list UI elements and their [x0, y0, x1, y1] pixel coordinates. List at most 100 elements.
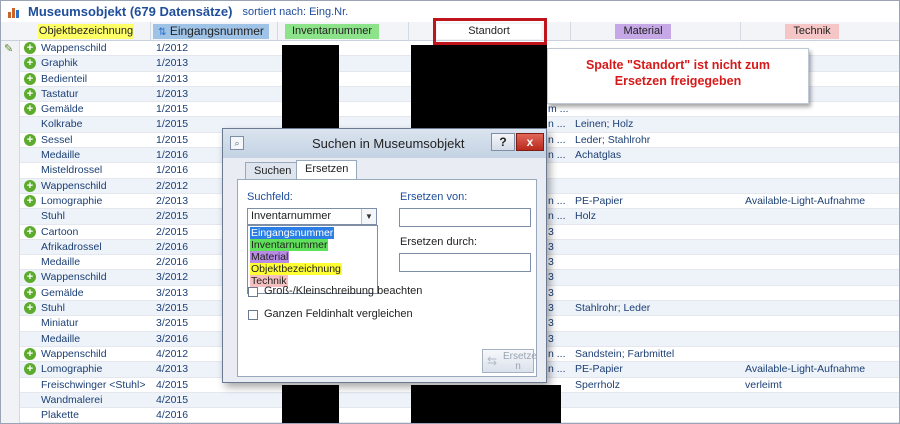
cell-eingangsnummer[interactable]: 1/2012: [156, 41, 256, 56]
help-button[interactable]: ?: [491, 133, 515, 151]
cell-material[interactable]: [575, 225, 740, 240]
cell-objektbezeichnung[interactable]: Freischwinger <Stuhl>: [41, 378, 151, 393]
cell-eingangsnummer[interactable]: 4/2015: [156, 393, 256, 408]
cell-material[interactable]: [575, 393, 740, 408]
column-header-inventarnummer[interactable]: Inventarnummer: [278, 22, 409, 41]
cell-technik[interactable]: [745, 332, 895, 347]
cell-inventarnummer-part[interactable]: n ...: [548, 209, 570, 224]
cell-technik[interactable]: [745, 225, 895, 240]
cell-technik[interactable]: [745, 117, 895, 132]
cell-inventarnummer-part[interactable]: 3: [548, 332, 570, 347]
cell-technik[interactable]: [745, 393, 895, 408]
cell-material[interactable]: [575, 332, 740, 347]
cell-objektbezeichnung[interactable]: Afrikadrossel: [41, 240, 151, 255]
ersetzen-von-input[interactable]: [399, 208, 531, 227]
cell-inventarnummer-part[interactable]: n ...: [548, 117, 570, 132]
cell-objektbezeichnung[interactable]: Cartoon: [41, 225, 151, 240]
cell-technik[interactable]: [745, 286, 895, 301]
cell-objektbezeichnung[interactable]: Medaille: [41, 148, 151, 163]
cell-material[interactable]: Stahlrohr; Leder: [575, 301, 740, 316]
cell-material[interactable]: [575, 316, 740, 331]
add-icon[interactable]: +: [24, 286, 36, 299]
cell-eingangsnummer[interactable]: 1/2013: [156, 72, 256, 87]
cell-material[interactable]: [575, 163, 740, 178]
cell-technik[interactable]: [745, 408, 895, 423]
cell-material[interactable]: Sperrholz: [575, 378, 740, 393]
column-header-objektbezeichnung[interactable]: Objektbezeichnung: [20, 22, 151, 41]
add-icon[interactable]: +: [24, 42, 36, 54]
chevron-down-icon[interactable]: ▼: [361, 209, 376, 224]
cell-technik[interactable]: [745, 316, 895, 331]
cell-objektbezeichnung[interactable]: Wandmalerei: [41, 393, 151, 408]
cell-material[interactable]: Holz: [575, 209, 740, 224]
add-icon[interactable]: +: [24, 302, 36, 315]
cell-inventarnummer-part[interactable]: 3: [548, 286, 570, 301]
cell-eingangsnummer[interactable]: 1/2013: [156, 56, 256, 71]
cell-objektbezeichnung[interactable]: Stuhl: [41, 301, 151, 316]
add-icon[interactable]: +: [24, 87, 36, 100]
cell-technik[interactable]: [745, 240, 895, 255]
cell-objektbezeichnung[interactable]: Wappenschild: [41, 270, 151, 285]
cell-technik[interactable]: [745, 347, 895, 362]
cell-inventarnummer-part[interactable]: n ...: [548, 133, 570, 148]
cell-technik[interactable]: [745, 179, 895, 194]
cell-material[interactable]: Sandstein; Farbmittel: [575, 347, 740, 362]
cell-objektbezeichnung[interactable]: Lomographie: [41, 362, 151, 377]
cell-material[interactable]: [575, 408, 740, 423]
add-icon[interactable]: +: [24, 271, 36, 284]
whole-field-checkbox[interactable]: [248, 310, 258, 320]
cell-inventarnummer-part[interactable]: n ...: [548, 362, 570, 377]
cell-objektbezeichnung[interactable]: Plakette: [41, 408, 151, 423]
cell-material[interactable]: [575, 102, 740, 117]
option-inventarnummer[interactable]: Inventarnummer: [250, 239, 329, 251]
cell-technik[interactable]: [745, 209, 895, 224]
cell-material[interactable]: Achatglas: [575, 148, 740, 163]
cell-material[interactable]: [575, 286, 740, 301]
cell-eingangsnummer[interactable]: 1/2013: [156, 87, 256, 102]
cell-material[interactable]: PE-Papier: [575, 362, 740, 377]
cell-objektbezeichnung[interactable]: Gemälde: [41, 102, 151, 117]
cell-material[interactable]: PE-Papier: [575, 194, 740, 209]
tab-suchen[interactable]: Suchen: [245, 162, 301, 180]
cell-technik[interactable]: [745, 301, 895, 316]
cell-inventarnummer-part[interactable]: 3: [548, 225, 570, 240]
ersetzen-button[interactable]: ⇆ Ersetze n: [482, 349, 537, 373]
cell-inventarnummer-part[interactable]: n ...: [548, 347, 570, 362]
cell-technik[interactable]: [745, 163, 895, 178]
column-header-eingangsnummer[interactable]: ⇅ Eingangsnummer: [151, 22, 278, 41]
cell-eingangsnummer[interactable]: 4/2016: [156, 408, 256, 423]
cell-inventarnummer-part[interactable]: n ...: [548, 148, 570, 163]
cell-technik[interactable]: [745, 270, 895, 285]
cell-objektbezeichnung[interactable]: Medaille: [41, 332, 151, 347]
cell-inventarnummer-part[interactable]: m ...: [548, 102, 570, 117]
cell-inventarnummer-part[interactable]: n ...: [548, 194, 570, 209]
cell-objektbezeichnung[interactable]: Medaille: [41, 255, 151, 270]
option-material[interactable]: Material: [250, 251, 290, 263]
cell-technik[interactable]: [745, 133, 895, 148]
cell-technik[interactable]: [745, 148, 895, 163]
add-icon[interactable]: +: [24, 225, 36, 238]
add-icon[interactable]: +: [24, 194, 36, 207]
cell-objektbezeichnung[interactable]: Kolkrabe: [41, 117, 151, 132]
cell-inventarnummer-part[interactable]: 3: [548, 301, 570, 316]
add-icon[interactable]: +: [24, 133, 36, 146]
cell-eingangsnummer[interactable]: 1/2015: [156, 102, 256, 117]
cell-objektbezeichnung[interactable]: Wappenschild: [41, 41, 151, 56]
option-eingangsnummer[interactable]: Eingangsnummer: [250, 227, 335, 239]
add-icon[interactable]: +: [24, 103, 36, 116]
column-header-material[interactable]: Material: [571, 22, 741, 41]
cell-inventarnummer-part[interactable]: [548, 163, 570, 178]
cell-material[interactable]: Leder; Stahlrohr: [575, 133, 740, 148]
cell-objektbezeichnung[interactable]: Misteldrossel: [41, 163, 151, 178]
cell-material[interactable]: [575, 255, 740, 270]
cell-objektbezeichnung[interactable]: Tastatur: [41, 87, 151, 102]
cell-objektbezeichnung[interactable]: Lomographie: [41, 194, 151, 209]
cell-inventarnummer-part[interactable]: 3: [548, 270, 570, 285]
cell-material[interactable]: [575, 179, 740, 194]
column-header-technik[interactable]: Technik: [741, 22, 899, 41]
cell-objektbezeichnung[interactable]: Stuhl: [41, 209, 151, 224]
cell-material[interactable]: [575, 270, 740, 285]
cell-material[interactable]: Leinen; Holz: [575, 117, 740, 132]
cell-objektbezeichnung[interactable]: Graphik: [41, 56, 151, 71]
cell-inventarnummer-part[interactable]: 3: [548, 255, 570, 270]
